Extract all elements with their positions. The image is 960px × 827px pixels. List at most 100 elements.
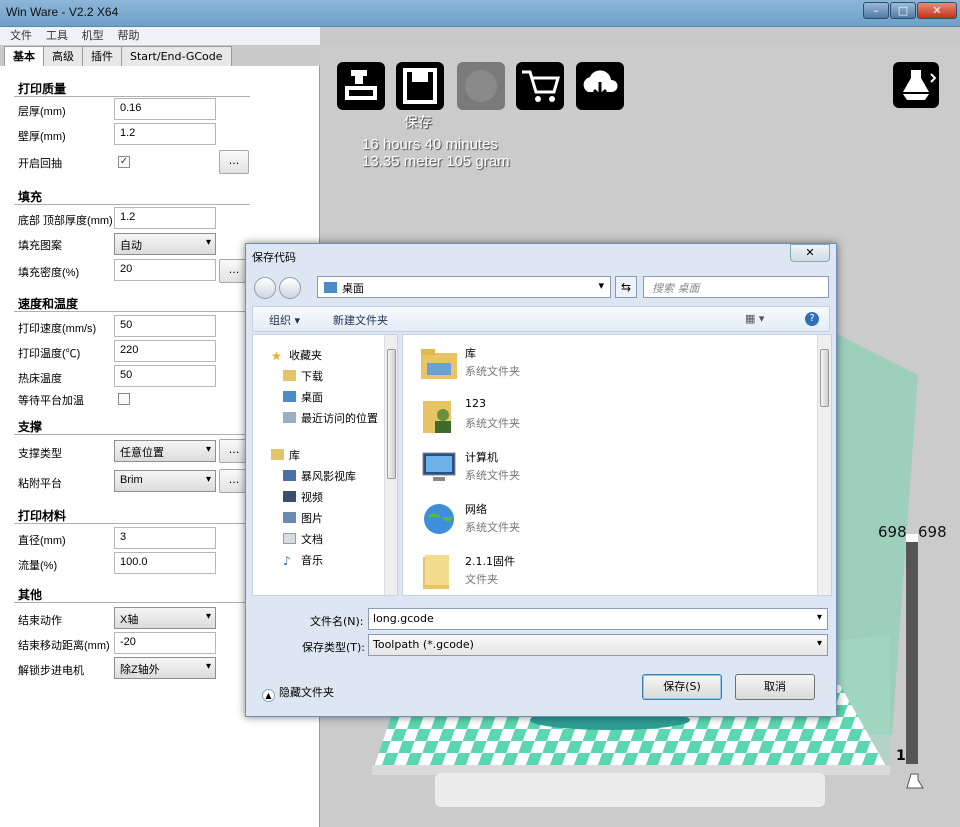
section-divider [14,204,250,205]
nav-documents-label: 文档 [301,533,323,546]
new-folder-button[interactable]: 新建文件夹 [333,312,388,328]
wait-bed-checkbox[interactable] [118,393,130,405]
wall-thickness-input[interactable]: 1.2 [114,123,216,145]
maximize-button[interactable]: □ [890,2,916,19]
end-action-select[interactable]: X轴 [114,607,216,629]
section-divider [14,96,250,97]
view-mode-button[interactable] [893,62,939,108]
address-row: 桌面 ▾ ⇆ 搜索 桌面 [246,270,836,302]
menu-bar: 文件 工具 机型 帮助 [0,27,320,45]
nav-pictures[interactable]: 图片 [283,510,323,526]
fill-pattern-select[interactable]: 自动 [114,233,216,255]
layer-slider-handle[interactable] [906,534,918,542]
retraction-checkbox[interactable]: ✓ [118,156,130,168]
filename-label: 文件名(N): [310,615,364,628]
layer-current-label: 698 [918,523,947,541]
music-icon: ♪ [283,554,291,568]
section-other-title: 其他 [18,588,43,602]
nav-downloads[interactable]: 下载 [283,368,323,384]
flow-input[interactable]: 100.0 [114,552,216,574]
file-list-scrollbar[interactable] [817,335,831,595]
forward-button[interactable] [279,277,301,299]
layer-height-input[interactable]: 0.16 [114,98,216,120]
shop-button[interactable] [516,62,564,110]
file-item[interactable]: 网络 系统文件夹 [411,497,771,549]
dialog-title: 保存代码 [252,251,296,264]
nav-recent[interactable]: 最近访问的位置 [283,410,378,426]
fill-density-label: 填充密度(%) [18,267,80,279]
address-value: 桌面 [342,282,364,295]
bottom-top-thickness-input[interactable]: 1.2 [114,207,216,229]
fill-pattern-label: 填充图案 [18,240,62,252]
print-material: 13.35 meter 105 gram [362,153,510,170]
save-button[interactable]: 保存(S) [642,674,722,700]
menu-tools[interactable]: 工具 [46,27,68,45]
menu-file[interactable]: 文件 [10,27,32,45]
save-gcode-button[interactable] [396,62,444,110]
nav-videos[interactable]: 视频 [283,489,323,505]
print-speed-input[interactable]: 50 [114,315,216,337]
nav-desktop[interactable]: 桌面 [283,389,323,405]
file-type: 系统文件夹 [465,521,520,534]
bed-temp-input[interactable]: 50 [114,365,216,387]
retraction-label: 开启回抽 [18,158,62,170]
file-item[interactable]: 2.1.1固件 文件夹 [411,549,771,595]
nav-storm-library[interactable]: 暴风影视库 [283,468,356,484]
hide-folders-toggle[interactable]: ▲ 隐藏文件夹 [262,684,334,702]
tab-advanced[interactable]: 高级 [43,46,83,66]
retraction-settings-button[interactable]: ... [219,150,249,174]
filetype-select[interactable]: Toolpath (*.gcode) [368,634,828,656]
dialog-close-button[interactable]: ✕ [790,244,830,262]
help-icon[interactable]: ? [805,312,819,326]
nav-scrollbar[interactable] [384,335,397,595]
section-material-title: 打印材料 [18,509,67,523]
end-move-input[interactable]: -20 [114,632,216,654]
tab-basic[interactable]: 基本 [4,46,44,67]
adhesion-select[interactable]: Brim [114,470,216,492]
cloud-download-button[interactable] [576,62,624,110]
cancel-button[interactable]: 取消 [735,674,815,700]
tab-plugins[interactable]: 插件 [82,46,122,66]
nav-videos-label: 视频 [301,491,323,504]
menu-machine[interactable]: 机型 [82,27,104,45]
nav-libraries[interactable]: 库 [271,447,300,463]
file-item[interactable]: 123 系统文件夹 [411,393,771,445]
view-options-icon[interactable]: ▦ ▾ [745,312,764,325]
unlock-motor-select[interactable]: 除Z轴外 [114,657,216,679]
print-speed-label: 打印速度(mm/s) [18,323,97,335]
nav-music[interactable]: ♪ 音乐 [283,552,323,568]
layer-slider[interactable] [906,534,918,764]
address-bar[interactable]: 桌面 ▾ [317,276,611,298]
tab-gcode[interactable]: Start/End-GCode [121,46,232,66]
file-item[interactable]: 计算机 系统文件夹 [411,445,771,497]
sd-card-button[interactable] [457,62,505,110]
load-model-button[interactable] [337,62,385,110]
fill-density-input[interactable]: 20 [114,259,216,281]
section-divider [14,602,250,603]
window-title: Win Ware - V2.2 X64 [6,5,119,19]
flow-label: 流量(%) [18,560,58,572]
menu-help[interactable]: 帮助 [117,27,139,45]
support-type-select[interactable]: 任意位置 [114,440,216,462]
refresh-button[interactable]: ⇆ [615,276,637,298]
file-type: 文件夹 [465,573,498,586]
minimize-button[interactable]: – [863,2,889,19]
layer-view-icon[interactable] [904,770,928,794]
nav-favorites[interactable]: ★ 收藏夹 [271,347,322,363]
file-scroll-thumb[interactable] [820,349,829,407]
diameter-input[interactable]: 3 [114,527,216,549]
print-temp-input[interactable]: 220 [114,340,216,362]
nav-scroll-thumb[interactable] [387,349,396,479]
file-item[interactable]: 库 系统文件夹 [411,341,771,393]
desktop-icon [283,391,296,402]
bottom-top-thickness-label: 底部 顶部厚度(mm) [18,215,113,227]
save-caption: 保存 [404,115,432,131]
search-input[interactable]: 搜索 桌面 [643,276,829,298]
load-icon [345,70,377,100]
filename-input[interactable]: long.gcode [368,608,828,630]
organize-button[interactable]: 组织 ▾ [269,312,300,328]
back-button[interactable] [254,277,276,299]
nav-documents[interactable]: 文档 [283,531,323,547]
close-button[interactable]: ✕ [917,2,957,19]
nav-desktop-label: 桌面 [301,391,323,404]
